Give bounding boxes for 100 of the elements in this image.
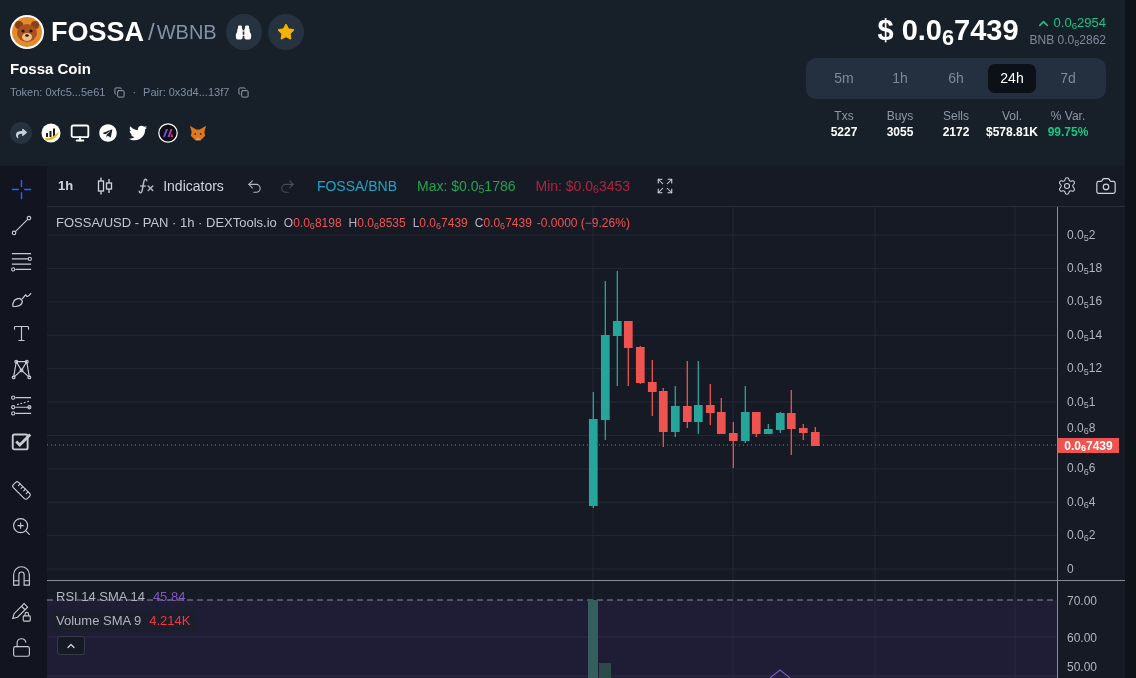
price-axis-label: 0 xyxy=(1067,561,1074,576)
fullscreen-button[interactable] xyxy=(656,177,675,195)
candle xyxy=(682,360,692,429)
ohlc-label: O xyxy=(283,215,294,231)
token-name: Fossa Coin xyxy=(10,60,92,78)
ohlc-change: -0.0000 (−9.26%) xyxy=(536,215,630,231)
price-axis-label: 0.0$_{5}$1 xyxy=(1067,394,1096,409)
address-separator: · xyxy=(132,85,137,99)
pencil-lock-icon xyxy=(11,600,32,622)
animal-logo-icon xyxy=(10,15,44,49)
share-button[interactable] xyxy=(10,122,32,144)
m-logo-icon xyxy=(158,123,178,143)
indicator-axis-label: 60.00 xyxy=(1067,630,1098,645)
stat-value: 5227 xyxy=(830,124,858,140)
interval-button[interactable]: 1h xyxy=(52,172,80,200)
fib-levels-icon xyxy=(11,394,32,416)
rsi-legend-label: RSI 14 SMA 14 xyxy=(56,589,145,605)
indicator-axis-label: 50.00 xyxy=(1067,660,1098,674)
zoom-in-icon xyxy=(11,515,32,537)
ruler-icon xyxy=(11,479,32,501)
last-price-tag: 0.0$_{6}$7439 xyxy=(1058,438,1119,453)
fullscreen-icon xyxy=(656,177,675,195)
timeframe-tab[interactable]: 6h xyxy=(932,64,980,93)
ohlc-label: C xyxy=(474,215,484,231)
twitter-icon xyxy=(129,124,147,142)
settings-icon xyxy=(1057,176,1077,196)
price-change: 0.0$_{6}$2954 xyxy=(1053,15,1106,31)
crosshair-icon xyxy=(11,178,32,200)
ohlc-value: 0.0$_{6}$7439 xyxy=(483,215,532,231)
price-axis-label: 0.0$_{6}$2 xyxy=(1067,528,1096,543)
price-axis-label: 0.0$_{5}$14 xyxy=(1067,327,1103,342)
candle xyxy=(798,423,808,441)
price-axis-label: 0.0$_{5}$16 xyxy=(1067,294,1103,309)
volume-legend-label: Volume SMA 9 xyxy=(56,612,142,631)
candle xyxy=(763,423,773,435)
unlock-icon xyxy=(11,636,32,658)
indicators-button[interactable]: Indicators xyxy=(137,175,224,197)
candle xyxy=(647,359,657,417)
chart-logo-link[interactable] xyxy=(41,123,61,143)
rsi-legend-value: 45.84 xyxy=(152,589,186,605)
stat-value: 3055 xyxy=(886,124,914,140)
stat-label: % Var. xyxy=(1050,108,1086,124)
twitter-link[interactable] xyxy=(129,124,147,142)
candle xyxy=(705,383,715,426)
screenshot-button[interactable] xyxy=(1095,175,1117,197)
timeframe-tab[interactable]: 24h xyxy=(988,64,1036,93)
quote-symbol: WBNB xyxy=(156,22,217,42)
share-icon xyxy=(15,127,27,139)
copy-button[interactable] xyxy=(238,86,250,98)
telegram-link[interactable] xyxy=(99,124,117,142)
binoculars-icon xyxy=(235,23,253,41)
stat-value: $578.81K xyxy=(985,124,1038,140)
candle xyxy=(728,421,738,469)
magnet-icon xyxy=(11,564,32,586)
star-icon xyxy=(276,23,295,41)
ohlc-value: 0.0$_{6}$8198 xyxy=(293,215,342,231)
stat-label: Vol. xyxy=(1002,108,1022,124)
favorite-button[interactable] xyxy=(267,14,304,50)
min-price: Min: $0.0$_{6}$3453 xyxy=(535,176,631,197)
fox-icon xyxy=(189,124,207,142)
stat-value: 2172 xyxy=(942,124,970,140)
m-logo-link[interactable] xyxy=(158,123,178,143)
fox-link[interactable] xyxy=(189,124,207,142)
candle xyxy=(716,397,726,435)
token-address: Token: 0xfc5...5e61 xyxy=(10,85,106,99)
volume-legend-value: 4.214K xyxy=(149,612,191,631)
copy-icon xyxy=(114,86,126,98)
website-link[interactable] xyxy=(70,123,90,143)
ohlc-label: L xyxy=(412,215,420,231)
ohlc-value: 0.0$_{6}$7439 xyxy=(419,215,468,231)
horizontal-lines-icon xyxy=(11,250,32,272)
price-axis-label: 0.0$_{5}$2 xyxy=(1067,227,1096,242)
pair-separator: / xyxy=(148,20,155,44)
price-axis-label: 0.0$_{5}$18 xyxy=(1067,261,1103,276)
chart-legend-title: FOSSA/USD - PAN · 1h · DEXTools.io xyxy=(56,215,277,231)
timeframe-tab[interactable]: 1h xyxy=(876,64,924,93)
settings-button[interactable] xyxy=(1057,176,1077,196)
timeframe-tab[interactable]: 5m xyxy=(820,64,868,93)
token-symbol: FOSSA xyxy=(51,18,144,46)
stat-label: Txs xyxy=(834,108,854,124)
max-price: Max: $0.0$_{5}$1786 xyxy=(417,176,516,197)
chart-logo-icon xyxy=(41,123,61,143)
stat-label: Buys xyxy=(886,108,914,124)
price-axis-label: 0.0$_{5}$12 xyxy=(1067,361,1103,376)
node-pattern-icon xyxy=(11,358,32,380)
function-icon xyxy=(137,177,156,195)
chart-type-button[interactable] xyxy=(97,177,114,195)
binoculars-button[interactable] xyxy=(225,14,262,50)
ohlc-label: H xyxy=(348,215,358,231)
camera-icon xyxy=(1095,175,1117,197)
copy-button[interactable] xyxy=(114,86,126,98)
timeframe-tab[interactable]: 7d xyxy=(1044,64,1092,93)
undo-icon xyxy=(245,177,263,195)
candle xyxy=(635,345,645,385)
indicator-axis-label: 70.00 xyxy=(1067,593,1098,608)
collapse-button[interactable] xyxy=(57,636,85,655)
copy-icon xyxy=(238,86,250,98)
monitor-icon xyxy=(70,123,90,143)
pair-label: FOSSA/BNB xyxy=(316,176,397,196)
bnb-price: BNB 0.0$_{8}$2862 xyxy=(1029,33,1106,48)
